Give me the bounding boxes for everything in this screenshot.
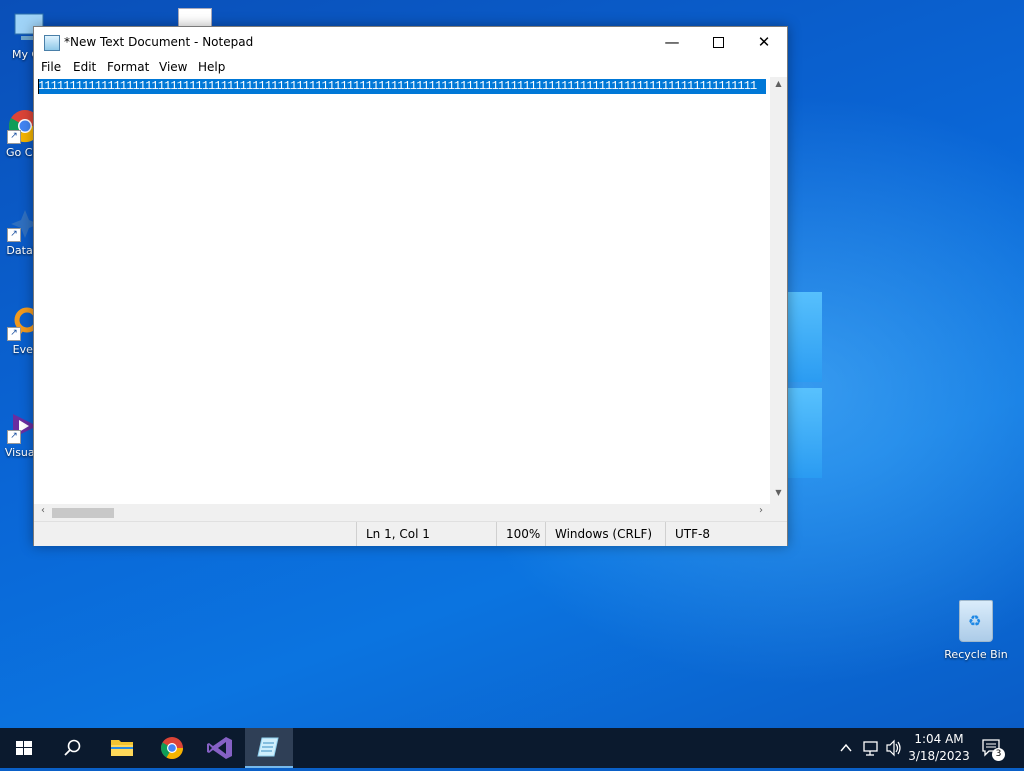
- scrollbar-corner: [770, 504, 787, 521]
- selected-text[interactable]: 1111111111111111111111111111111111111111…: [38, 79, 766, 94]
- scroll-up-icon[interactable]: ▲: [770, 79, 787, 93]
- scroll-left-icon[interactable]: ‹: [36, 505, 50, 520]
- clock-time: 1:04 AM: [914, 732, 964, 746]
- notepad-icon: [44, 35, 60, 51]
- encoding: UTF-8: [665, 522, 775, 546]
- menu-view[interactable]: View: [159, 60, 187, 74]
- vertical-scrollbar[interactable]: ▲ ▼: [770, 77, 787, 504]
- menu-edit[interactable]: Edit: [73, 60, 96, 74]
- scroll-right-icon[interactable]: ›: [754, 505, 768, 520]
- notepad-icon: [257, 737, 279, 757]
- minimize-icon: —: [664, 33, 680, 51]
- clock[interactable]: 1:04 AM 3/18/2023: [905, 731, 973, 765]
- scroll-down-icon[interactable]: ▼: [770, 488, 787, 502]
- horizontal-scrollbar[interactable]: ‹ ›: [34, 504, 770, 521]
- horizontal-scroll-thumb[interactable]: [52, 508, 114, 518]
- close-icon: ✕: [757, 33, 771, 51]
- zoom-level: 100%: [496, 522, 546, 546]
- action-center-button[interactable]: 3: [980, 736, 1005, 761]
- show-hidden-icons-button[interactable]: [836, 728, 856, 768]
- chrome-icon: [161, 737, 183, 759]
- text-caret: [38, 79, 39, 94]
- visual-studio-icon: [207, 737, 232, 759]
- desktop: My Co ↗ Go Chr ↗ DataW ↗ Ever ↗ Visua 2 …: [0, 0, 1024, 728]
- taskbar-file-explorer[interactable]: [98, 728, 146, 768]
- chevron-up-icon: [840, 743, 852, 752]
- clock-date: 3/18/2023: [908, 749, 970, 763]
- desktop-icon-recycle-bin[interactable]: ♻ Recycle Bin: [936, 600, 1016, 661]
- taskbar-visual-studio[interactable]: [196, 728, 244, 768]
- windows-logo-pane: [788, 388, 822, 478]
- notification-badge: 3: [992, 748, 1005, 761]
- menu-bar: File Edit Format View Help: [34, 57, 787, 77]
- start-button[interactable]: [0, 728, 48, 768]
- menu-format[interactable]: Format: [107, 60, 149, 74]
- recycle-bin-label: Recycle Bin: [944, 648, 1008, 661]
- menu-file[interactable]: File: [41, 60, 61, 74]
- close-button[interactable]: ✕: [741, 27, 787, 57]
- shortcut-arrow-icon: ↗: [7, 430, 21, 444]
- recycle-bin-icon: ♻: [959, 600, 993, 642]
- line-ending: Windows (CRLF): [545, 522, 655, 546]
- maximize-button[interactable]: [695, 27, 741, 57]
- cursor-position: Ln 1, Col 1: [356, 522, 496, 546]
- shortcut-arrow-icon: ↗: [7, 130, 21, 144]
- search-button[interactable]: [48, 728, 96, 768]
- search-icon: [64, 739, 81, 756]
- notepad-window[interactable]: *New Text Document - Notepad — ✕ File Ed…: [33, 26, 788, 546]
- shortcut-arrow-icon: ↗: [7, 228, 21, 242]
- taskbar: 1:04 AM 3/18/2023 3: [0, 728, 1024, 768]
- status-bar: Ln 1, Col 1 100% Windows (CRLF) UTF-8: [34, 521, 787, 546]
- minimize-button[interactable]: —: [649, 27, 695, 57]
- volume-button[interactable]: [884, 728, 904, 768]
- start-icon: [16, 741, 32, 755]
- file-explorer-icon: [111, 740, 133, 756]
- network-icon: [863, 741, 878, 756]
- maximize-icon: [712, 37, 724, 48]
- taskbar-chrome[interactable]: [148, 728, 196, 768]
- taskbar-notepad[interactable]: [245, 728, 293, 768]
- window-title: *New Text Document - Notepad: [64, 35, 254, 49]
- menu-help[interactable]: Help: [198, 60, 225, 74]
- shortcut-arrow-icon: ↗: [7, 327, 21, 341]
- network-button[interactable]: [860, 728, 882, 768]
- windows-logo-pane: [788, 292, 822, 382]
- text-editor[interactable]: 1111111111111111111111111111111111111111…: [34, 77, 770, 504]
- title-bar[interactable]: *New Text Document - Notepad — ✕: [34, 27, 787, 57]
- speaker-icon: [886, 739, 901, 757]
